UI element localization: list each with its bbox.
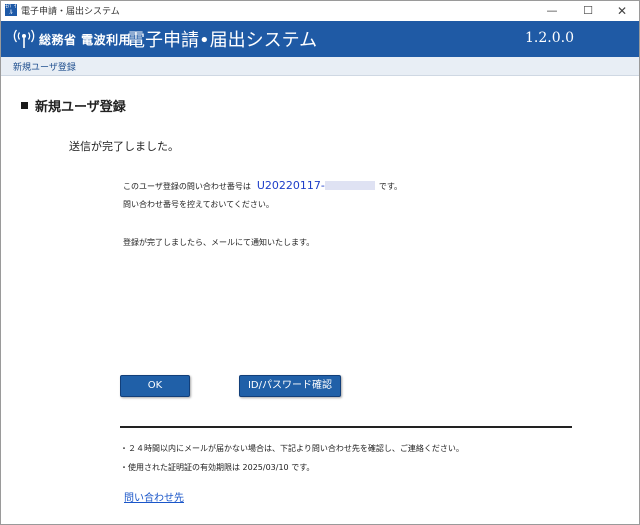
minimize-button[interactable]: — <box>535 1 569 21</box>
inquiry-number: U20220117- <box>257 179 375 192</box>
note-no-email: ・２４時間以内にメールが届かない場合は、下記より問い合わせ先を確認し、ご連絡くだ… <box>120 444 464 453</box>
app-icon: ﾓﾊﾞｲﾙ <box>5 3 18 16</box>
ministry-label: 総務省 電波利用 <box>39 33 132 47</box>
notify-notice: 登録が完了しましたら、メールにて通知いたします。 <box>123 238 315 247</box>
window-title: 電子申請・届出システム <box>21 7 120 17</box>
inquiry-prefix: このユーザ登録の問い合わせ番号は <box>123 182 251 191</box>
page-title: 新規ユーザ登録 <box>21 96 126 115</box>
square-bullet-icon <box>21 102 28 109</box>
inquiry-number-visible: U20220117- <box>256 179 325 192</box>
complete-message: 送信が完了しました。 <box>69 140 179 153</box>
system-title: 電子申請•届出システム <box>127 30 318 51</box>
divider <box>120 426 572 428</box>
version-label: 1.2.0.0 <box>525 30 574 46</box>
breadcrumb: 新規ユーザ登録 <box>13 63 76 73</box>
breadcrumb-bar: 新規ユーザ登録 <box>1 57 639 76</box>
id-password-check-button[interactable]: ID/パスワード確認 <box>239 375 341 397</box>
inquiry-suffix: です。 <box>378 182 403 191</box>
contact-link[interactable]: 問い合わせ先 <box>124 489 184 504</box>
note-certificate-expiry: ・使用された証明証の有効期限は 2025/03/10 です。 <box>120 463 315 472</box>
app-window: ﾓﾊﾞｲﾙ 電子申請・届出システム — ☐ ✕ 総務省 電波利用 電子申請•届出… <box>0 0 640 525</box>
maximize-button[interactable]: ☐ <box>571 1 605 21</box>
close-button[interactable]: ✕ <box>605 1 639 21</box>
ok-button[interactable]: OK <box>120 375 190 397</box>
inquiry-number-line: このユーザ登録の問い合わせ番号は U20220117- です。 <box>123 179 402 192</box>
antenna-icon <box>13 29 35 48</box>
keep-notice: 問い合わせ番号を控えておいてください。 <box>123 200 274 209</box>
redacted-number <box>324 181 375 190</box>
app-header: 総務省 電波利用 電子申請•届出システム 1.2.0.0 <box>1 21 639 57</box>
page-title-text: 新規ユーザ登録 <box>35 100 126 115</box>
os-titlebar[interactable]: ﾓﾊﾞｲﾙ 電子申請・届出システム — ☐ ✕ <box>1 1 639 22</box>
